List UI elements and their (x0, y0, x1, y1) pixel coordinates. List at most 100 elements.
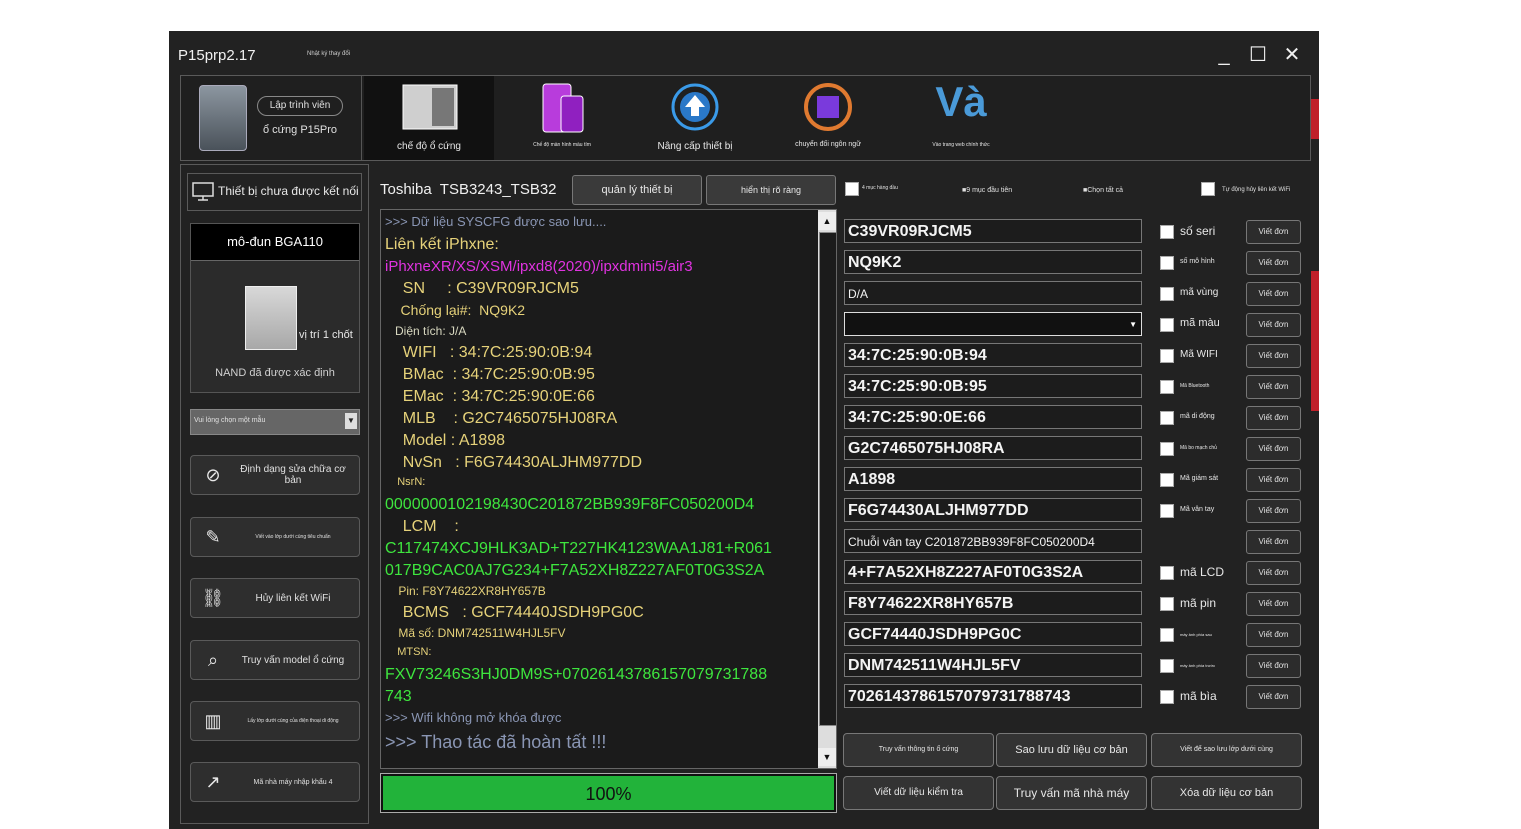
scroll-up-icon[interactable]: ▲ (818, 212, 836, 230)
tab-hdd-mode[interactable]: chế độ ổ cứng (364, 76, 494, 160)
field-input[interactable]: G2C7465075HJ08RA (844, 436, 1142, 460)
tab-official-site-label: Vào trang web chính thức (932, 142, 990, 148)
tab-official-site[interactable]: Và Vào trang web chính thức (896, 76, 1026, 160)
color-code-select[interactable]: ▼ (844, 312, 1142, 336)
progress-label: 100% (585, 784, 632, 804)
field-input[interactable]: DNM742511W4HJL5FV (844, 653, 1142, 677)
field-input[interactable]: 34:7C:25:90:0B:94 (844, 343, 1142, 367)
field-checkbox[interactable] (1160, 473, 1174, 487)
field-input[interactable]: F6G74430ALJHM977DD (844, 498, 1142, 522)
site-logo-text: Và (935, 78, 987, 125)
action-button[interactable]: Viết dữ liệu kiểm tra (843, 776, 994, 810)
write-single-button[interactable]: Viết đơn (1246, 313, 1301, 337)
scroll-down-icon[interactable]: ▼ (818, 748, 836, 766)
tab-purple-screen[interactable]: Chế độ màn hình màu tím (497, 76, 627, 160)
action-button[interactable]: Sao lưu dữ liệu cơ bản (996, 733, 1147, 767)
log-line: WIFI : 34:7C:25:90:0B:94 (385, 344, 593, 361)
write-single-button[interactable]: Viết đơn (1246, 561, 1301, 585)
write-single-button[interactable]: Viết đơn (1246, 344, 1301, 368)
field-checkbox[interactable] (1160, 256, 1174, 270)
field-input[interactable]: NQ9K2 (844, 250, 1142, 274)
chevron-down-icon[interactable]: ▼ (345, 413, 357, 429)
field-checkbox[interactable] (1160, 349, 1174, 363)
write-single-button[interactable]: Viết đơn (1246, 623, 1301, 647)
field-value: 4+F7A52XH8Z227AF0T0G3S2A (848, 564, 1084, 581)
write-single-button[interactable]: Viết đơn (1246, 530, 1301, 554)
write-single-button[interactable]: Viết đơn (1246, 499, 1301, 523)
field-checkbox[interactable] (1160, 566, 1174, 580)
write-single-button[interactable]: Viết đơn (1246, 592, 1301, 616)
device-card[interactable]: Lập trình viên ổ cứng P15Pro (181, 76, 362, 160)
write-single-button[interactable]: Viết đơn (1246, 685, 1301, 709)
write-single-button[interactable]: Viết đơn (1246, 282, 1301, 306)
field-input[interactable]: A1898 (844, 467, 1142, 491)
first9-label: 9 mục đầu tiên (966, 187, 1013, 194)
first4-checkbox[interactable] (845, 182, 859, 196)
select-all-option[interactable]: ■Chọn tất cả (1083, 187, 1123, 194)
programmer-pill[interactable]: Lập trình viên (257, 96, 343, 116)
field-checkbox[interactable] (1160, 597, 1174, 611)
field-input[interactable]: F8Y74622XR8HY657B (844, 591, 1142, 615)
unlink-wifi-button[interactable]: ⛓ Hủy liên kết WiFi (190, 578, 360, 618)
clear-display-button[interactable]: hiển thị rõ ràng (706, 175, 836, 205)
first9-option[interactable]: ■9 mục đầu tiên (962, 187, 1012, 194)
query-disk-model-button[interactable]: ⌕ Truy vấn model ổ cứng (190, 640, 360, 680)
field-checkbox[interactable] (1160, 318, 1174, 332)
tab-upgrade[interactable]: Nâng cấp thiết bị (630, 76, 760, 160)
field-checkbox[interactable] (1160, 690, 1174, 704)
close-button[interactable]: ✕ (1277, 41, 1307, 69)
field-input[interactable]: 34:7C:25:90:0E:66 (844, 405, 1142, 429)
log-line: Diện tích: J/A (385, 324, 467, 338)
progress-bar: 100% (380, 773, 837, 813)
field-checkbox[interactable] (1160, 225, 1174, 239)
log-line: iPhxneXR/XS/XSM/ipxd8(2020)/ipxdmini5/ai… (385, 258, 693, 275)
auto-unlink-checkbox[interactable] (1201, 182, 1215, 196)
field-checkbox[interactable] (1160, 628, 1174, 642)
action-button[interactable]: Truy vấn mã nhà máy (996, 776, 1147, 810)
field-input[interactable]: Chuỗi vân tay C201872BB939F8FC050200D4 (844, 529, 1142, 553)
field-label: máy ảnh phía sau (1180, 631, 1212, 637)
maximize-button[interactable]: ☐ (1243, 41, 1273, 69)
write-single-button[interactable]: Viết đơn (1246, 220, 1301, 244)
phone-base-layer-button[interactable]: ▥ Lấy lớp dưới cùng của điện thoại di độ… (190, 701, 360, 741)
field-label: mã pin (1180, 595, 1217, 610)
field-label: Mã giám sát (1180, 474, 1219, 482)
write-single-button[interactable]: Viết đơn (1246, 375, 1301, 399)
format-repair-button[interactable]: ⊘ Định dạng sửa chữa cơ bản (190, 455, 360, 495)
device-manager-button[interactable]: quản lý thiết bị (572, 175, 702, 205)
window-title: P15prp2.17 (178, 47, 256, 64)
log-scrollbar[interactable]: ▲ ▼ (818, 210, 836, 768)
field-checkbox[interactable] (1160, 504, 1174, 518)
field-checkbox[interactable] (1160, 659, 1174, 673)
write-single-button[interactable]: Viết đơn (1246, 251, 1301, 275)
import-factory-code-button[interactable]: ↗ Mã nhà máy nhập khẩu 4 (190, 762, 360, 802)
field-checkbox[interactable] (1160, 442, 1174, 456)
write-single-button[interactable]: Viết đơn (1246, 468, 1301, 492)
tab-language[interactable]: chuyển đổi ngôn ngữ (763, 76, 893, 160)
left-sidebar: Thiết bị chưa được kết nối mô-đun BGA110… (180, 164, 369, 824)
field-checkbox[interactable] (1160, 380, 1174, 394)
field-input[interactable]: C39VR09RJCM5 (844, 219, 1142, 243)
chevron-down-icon[interactable]: ▼ (1129, 313, 1137, 335)
model-select[interactable]: Vui lòng chọn một mẫu ▼ (190, 409, 360, 435)
field-checkbox[interactable] (1160, 287, 1174, 301)
changelog-link[interactable]: Nhật ký thay đổi (307, 51, 350, 57)
write-standard-layer-button[interactable]: ✎ Viết vào lớp dưới cùng tiêu chuẩn (190, 517, 360, 557)
field-label: số seri (1180, 223, 1216, 238)
field-input[interactable]: GCF74440JSDH9PG0C (844, 622, 1142, 646)
write-single-button[interactable]: Viết đơn (1246, 437, 1301, 461)
field-input[interactable]: D/A (844, 281, 1142, 305)
field-checkbox[interactable] (1160, 411, 1174, 425)
log-line: Chống lại#: NQ9K2 (385, 302, 526, 318)
write-single-button[interactable]: Viết đơn (1246, 654, 1301, 678)
field-input[interactable]: 4+F7A52XH8Z227AF0T0G3S2A (844, 560, 1142, 584)
action-button[interactable]: Xóa dữ liệu cơ bản (1151, 776, 1302, 810)
scroll-thumb[interactable] (819, 232, 836, 726)
device-name: ổ cứng P15Pro (263, 124, 338, 136)
field-input[interactable]: 7026143786157079731788743 (844, 684, 1142, 708)
action-button[interactable]: Viết để sao lưu lớp dưới cùng (1151, 733, 1302, 767)
minimize-button[interactable]: _ (1209, 41, 1239, 69)
write-single-button[interactable]: Viết đơn (1246, 406, 1301, 430)
action-button[interactable]: Truy vấn thông tin ổ cứng (843, 733, 994, 767)
field-input[interactable]: 34:7C:25:90:0B:95 (844, 374, 1142, 398)
